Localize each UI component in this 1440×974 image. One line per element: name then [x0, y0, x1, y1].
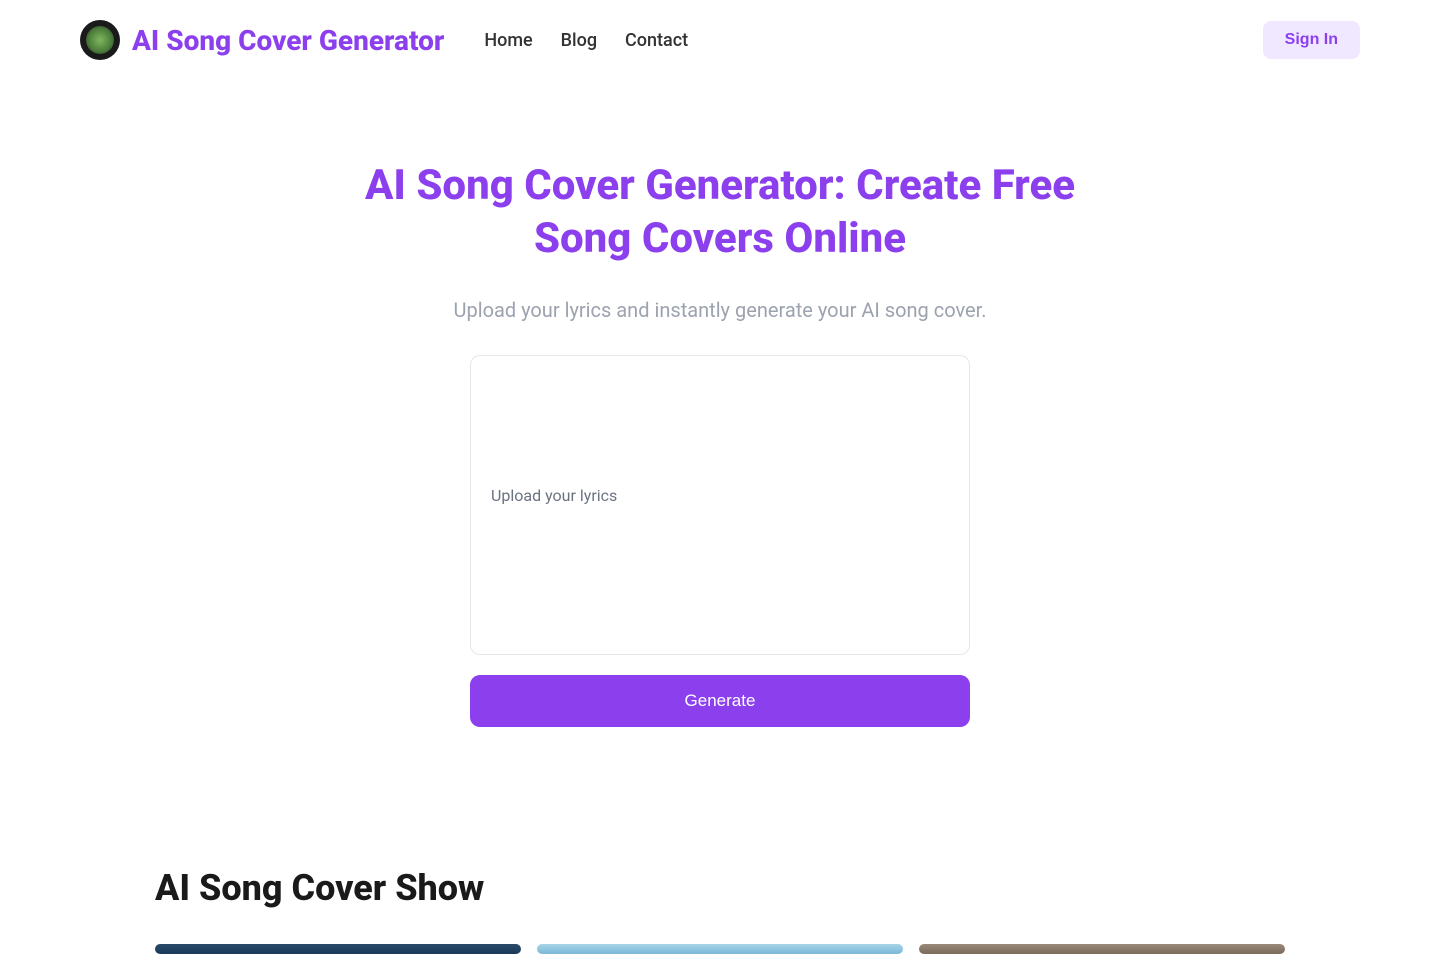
lyrics-input[interactable] [470, 355, 970, 655]
nav-link-blog[interactable]: Blog [561, 30, 597, 51]
brand-name: AI Song Cover Generator [132, 24, 444, 57]
hero-section: AI Song Cover Generator: Create Free Son… [0, 80, 1440, 787]
header-left: AI Song Cover Generator Home Blog Contac… [80, 20, 688, 60]
page-title: AI Song Cover Generator: Create Free Son… [320, 160, 1120, 265]
logo-icon [80, 20, 120, 60]
nav-link-home[interactable]: Home [484, 30, 532, 51]
generate-button[interactable]: Generate [470, 675, 970, 727]
brand[interactable]: AI Song Cover Generator [80, 20, 444, 60]
nav-link-contact[interactable]: Contact [625, 30, 688, 51]
showcase-card[interactable] [155, 944, 521, 954]
showcase-section: AI Song Cover Show [0, 787, 1440, 974]
showcase-grid [155, 944, 1285, 954]
sign-in-button[interactable]: Sign In [1263, 21, 1360, 59]
header: AI Song Cover Generator Home Blog Contac… [0, 0, 1440, 80]
lyrics-input-wrapper [470, 355, 970, 655]
page-subtitle: Upload your lyrics and instantly generat… [450, 295, 990, 325]
nav: Home Blog Contact [484, 30, 688, 51]
showcase-title: AI Song Cover Show [155, 867, 1285, 909]
showcase-card[interactable] [537, 944, 903, 954]
showcase-card[interactable] [919, 944, 1285, 954]
